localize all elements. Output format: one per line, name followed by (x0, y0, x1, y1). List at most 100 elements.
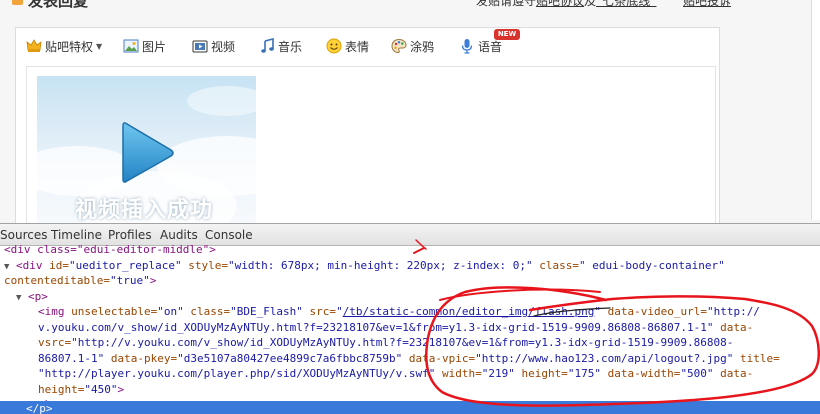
dom-node-line[interactable]: 86807.1-1" data-pkey="d3e5107a80427ee489… (38, 351, 820, 367)
tab-audits[interactable]: Audits (160, 228, 198, 242)
dom-node-line[interactable]: <div class="edui-editor-middle"> (4, 242, 820, 258)
attr-value: "500" (680, 367, 714, 380)
tab-sources[interactable]: Sources (0, 228, 47, 242)
dom-node-line[interactable]: "http://player.youku.com/player.php/sid/… (38, 366, 820, 382)
selected-dom-node[interactable]: </p> (0, 401, 820, 414)
dom-node-line[interactable]: v.youku.com/v_show/id_XODUyMzAyNTUy.html… (38, 320, 820, 336)
dom-tag: > (117, 383, 125, 396)
toolbar-music-button[interactable]: 音乐 (259, 37, 302, 55)
attr-name: data-width= (600, 367, 681, 380)
attr-name: src= (302, 305, 337, 318)
toolbar-item-label: 贴吧特权 (45, 39, 94, 54)
attr-value: " edui-body-container" (579, 259, 725, 272)
attr-value: "BDE_Flash" (230, 305, 303, 318)
tab-profiles[interactable]: Profiles (108, 228, 152, 242)
notice-prefix: 发贴请遵守 (476, 0, 537, 8)
attr-name: id= (49, 259, 70, 272)
attr-name: class= (532, 259, 579, 272)
attr-name: class= (183, 305, 231, 318)
attr-value: "http://v.youku.com/v_show/id_XODUyMzAyN… (71, 336, 734, 349)
editor-toolbar: 贴吧特权 ▼ 图片 视频 音乐 表情 涂鸦 语音 NEW (16, 28, 719, 64)
expand-triangle-icon[interactable]: ▼ (16, 293, 21, 303)
reply-icon (12, 0, 23, 5)
toolbar-privilege-button[interactable]: 贴吧特权 ▼ (26, 37, 102, 55)
quote: " (336, 305, 343, 318)
dom-tag: </p> (26, 402, 53, 414)
toolbar-video-button[interactable]: 视频 (192, 37, 235, 55)
crown-icon (26, 38, 42, 54)
toolbar-emoji-button[interactable]: 表情 (326, 37, 369, 55)
elements-tree: <div class="edui-editor-middle"> ▼ <div … (0, 243, 820, 414)
attr-name: data-video_url= (600, 305, 707, 318)
dom-node-line[interactable]: <img unselectable="on" class="BDE_Flash"… (38, 304, 820, 320)
attr-name: vsrc= (38, 336, 72, 349)
attr-value: "d3e5107a80427ee4899c7a6fbbc8759b" (177, 352, 403, 365)
palette-icon (391, 38, 407, 54)
attr-name: data- (713, 367, 754, 380)
page-title: 发表回复 (28, 0, 89, 10)
quote: " (594, 305, 601, 318)
attr-name: contenteditable= (4, 274, 110, 287)
toolbar-item-label: 视频 (211, 39, 236, 54)
attr-name: height= (514, 367, 568, 380)
agreement-link[interactable]: 贴吧协议 (536, 0, 584, 8)
scrollbar-track[interactable] (811, 0, 820, 220)
video-icon (192, 38, 208, 54)
attr-name: title= (733, 352, 780, 365)
dom-node-line[interactable]: vsrc="http://v.youku.com/v_show/id_XODUy… (38, 335, 820, 351)
editor-content-area[interactable]: 视频插入成功 (26, 66, 716, 226)
attr-value: "on" (157, 305, 184, 318)
toolbar-item-label: 图片 (142, 39, 167, 54)
attr-name: unselectable= (71, 305, 158, 318)
page-area: 发表回复 发贴请遵守贴吧协议及“七条底线” 贴吧投诉 贴吧特权 ▼ 图片 视频 … (0, 0, 820, 227)
attr-name: data-pkey= (104, 352, 178, 365)
attr-name: height= (38, 383, 85, 396)
new-badge: NEW (494, 29, 520, 40)
notice-mid: 及 (584, 0, 597, 8)
toolbar-item-label: 表情 (345, 39, 370, 54)
video-inserted-caption: 视频插入成功 (75, 198, 214, 223)
attr-value: "http://www.hao123.com/api/logout?.jpg" (475, 352, 734, 365)
microphone-icon (459, 38, 475, 54)
dom-node-line[interactable]: height="450"> (38, 382, 820, 398)
attr-value: "http:// (706, 305, 760, 318)
rich-text-editor: 贴吧特权 ▼ 图片 视频 音乐 表情 涂鸦 语音 NEW 视频插入成功 (15, 27, 720, 227)
toolbar-item-label: 涂鸦 (410, 39, 435, 54)
tab-console[interactable]: Console (205, 228, 253, 242)
picture-icon (123, 38, 139, 54)
expand-triangle-icon[interactable]: ▼ (4, 262, 9, 272)
attr-value: "http://player.youku.com/player.php/sid/… (38, 367, 436, 380)
dom-node-line[interactable]: ▼ <div id="ueditor_replace" style="width… (4, 258, 820, 274)
attr-value: "/tb/static-common/editor_img/flash.png" (336, 305, 601, 318)
toolbar-item-label: 音乐 (278, 39, 303, 54)
posting-notice: 发贴请遵守贴吧协议及“七条底线” (476, 0, 656, 9)
chevron-down-icon: ▼ (96, 41, 103, 51)
video-thumbnail[interactable]: 视频插入成功 (37, 76, 256, 226)
attr-value: "175" (567, 367, 601, 380)
toolbar-picture-button[interactable]: 图片 (123, 37, 166, 55)
resource-link[interactable]: /tb/static-common/editor_img/flash.png (343, 305, 595, 318)
dom-node-line[interactable]: contenteditable="true"> (4, 273, 820, 289)
complaint-link[interactable]: 贴吧投诉 (683, 0, 731, 9)
dom-tag: <p> (28, 290, 48, 303)
music-icon (259, 37, 275, 54)
devtools-panel: Sources Timeline Profiles Audits Console… (0, 223, 820, 414)
attr-value: "true" (109, 274, 150, 287)
attr-value: "ueditor_replace" (69, 259, 182, 272)
attr-value: "450" (84, 383, 118, 396)
tab-timeline[interactable]: Timeline (51, 228, 102, 242)
attr-name: width= (435, 367, 482, 380)
seven-lines-link[interactable]: “七条底线” (596, 0, 656, 8)
toolbar-doodle-button[interactable]: 涂鸦 (391, 37, 434, 55)
attr-value: 86807.1-1" (38, 352, 105, 365)
dom-node-line[interactable]: ▼ <p> (16, 289, 820, 305)
attr-value: "219" (481, 367, 515, 380)
smiley-icon (326, 38, 342, 54)
page-header: 发表回复 发贴请遵守贴吧协议及“七条底线” 贴吧投诉 (0, 0, 820, 10)
attr-value: "width: 678px; min-height: 220px; z-inde… (228, 259, 533, 272)
attr-name: data-vpic= (402, 352, 476, 365)
attr-name: data- (713, 321, 754, 334)
dom-tag: > (149, 274, 157, 287)
attr-value: v.youku.com/v_show/id_XODUyMzAyNTUy.html… (38, 321, 714, 334)
dom-tag: <img (38, 305, 72, 318)
